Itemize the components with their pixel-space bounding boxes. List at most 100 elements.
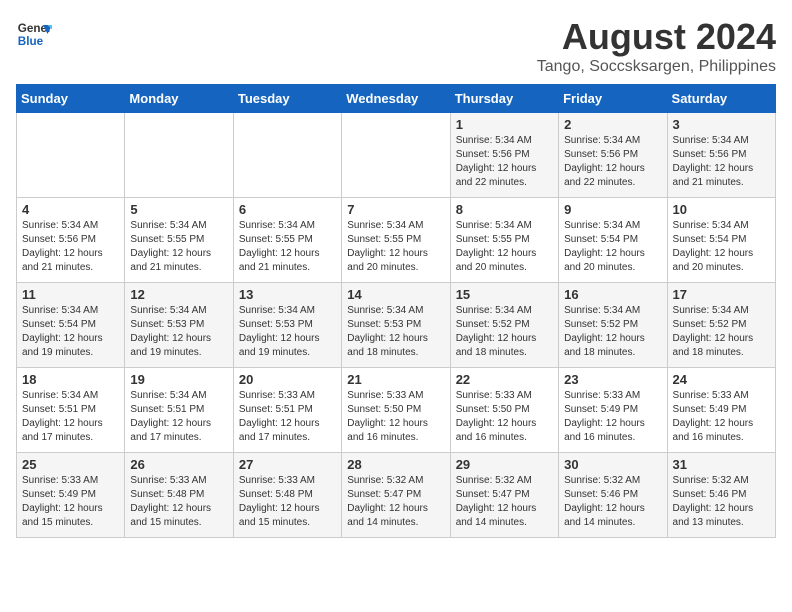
day-info: Sunrise: 5:32 AM Sunset: 5:46 PM Dayligh… — [564, 474, 661, 530]
day-info: Sunrise: 5:33 AM Sunset: 5:48 PM Dayligh… — [239, 474, 336, 530]
day-number: 4 — [22, 202, 119, 217]
day-number: 31 — [673, 457, 770, 472]
calendar-cell: 17 Sunrise: 5:34 AM Sunset: 5:52 PM Dayli… — [667, 283, 775, 368]
title-block: August 2024 Tango, Soccsksargen, Philipp… — [537, 16, 776, 76]
day-info: Sunrise: 5:33 AM Sunset: 5:49 PM Dayligh… — [673, 389, 770, 445]
day-number: 28 — [347, 457, 444, 472]
calendar-cell — [125, 113, 233, 198]
day-info: Sunrise: 5:34 AM Sunset: 5:56 PM Dayligh… — [564, 134, 661, 190]
day-info: Sunrise: 5:32 AM Sunset: 5:47 PM Dayligh… — [347, 474, 444, 530]
calendar-cell: 12Sunrise: 5:34 AM Sunset: 5:53 PM Dayli… — [125, 283, 233, 368]
calendar-cell — [17, 113, 125, 198]
day-number: 8 — [456, 202, 553, 217]
calendar-cell: 26 Sunrise: 5:33 AM Sunset: 5:48 PM Dayli… — [125, 453, 233, 538]
calendar-cell — [342, 113, 450, 198]
calendar-table: SundayMondayTuesdayWednesdayThursdayFrid… — [16, 84, 776, 538]
day-number: 15 — [456, 287, 553, 302]
calendar-cell: 24 Sunrise: 5:33 AM Sunset: 5:49 PM Dayli… — [667, 368, 775, 453]
day-number: 17 — [673, 287, 770, 302]
calendar-cell — [233, 113, 341, 198]
calendar-cell: 19 Sunrise: 5:34 AM Sunset: 5:51 PM Dayli… — [125, 368, 233, 453]
week-row-0: 1 Sunrise: 5:34 AM Sunset: 5:56 PM Daylig… — [17, 113, 776, 198]
weekday-header-thursday: Thursday — [450, 85, 558, 113]
day-number: 29 — [456, 457, 553, 472]
calendar-cell: 14 Sunrise: 5:34 AM Sunset: 5:53 PM Dayli… — [342, 283, 450, 368]
day-info: Sunrise: 5:34 AM Sunset: 5:52 PM Dayligh… — [673, 304, 770, 360]
day-number: 26 — [130, 457, 227, 472]
day-number: 20 — [239, 372, 336, 387]
calendar-cell: 21 Sunrise: 5:33 AM Sunset: 5:50 PM Dayli… — [342, 368, 450, 453]
calendar-cell: 27 Sunrise: 5:33 AM Sunset: 5:48 PM Dayli… — [233, 453, 341, 538]
day-info: Sunrise: 5:34 AM Sunset: 5:56 PM Dayligh… — [456, 134, 553, 190]
day-number: 25 — [22, 457, 119, 472]
weekday-row: SundayMondayTuesdayWednesdayThursdayFrid… — [17, 85, 776, 113]
calendar-cell: 25Sunrise: 5:33 AM Sunset: 5:49 PM Dayli… — [17, 453, 125, 538]
calendar-cell: 9 Sunrise: 5:34 AM Sunset: 5:54 PM Daylig… — [559, 198, 667, 283]
calendar-cell: 22Sunrise: 5:33 AM Sunset: 5:50 PM Dayli… — [450, 368, 558, 453]
calendar-cell: 6Sunrise: 5:34 AM Sunset: 5:55 PM Daylig… — [233, 198, 341, 283]
calendar-cell: 1 Sunrise: 5:34 AM Sunset: 5:56 PM Daylig… — [450, 113, 558, 198]
week-row-2: 11 Sunrise: 5:34 AM Sunset: 5:54 PM Dayli… — [17, 283, 776, 368]
day-info: Sunrise: 5:34 AM Sunset: 5:56 PM Dayligh… — [22, 219, 119, 275]
calendar-cell: 18Sunrise: 5:34 AM Sunset: 5:51 PM Dayli… — [17, 368, 125, 453]
day-info: Sunrise: 5:32 AM Sunset: 5:46 PM Dayligh… — [673, 474, 770, 530]
day-number: 18 — [22, 372, 119, 387]
day-number: 19 — [130, 372, 227, 387]
day-number: 1 — [456, 117, 553, 132]
day-number: 21 — [347, 372, 444, 387]
day-number: 11 — [22, 287, 119, 302]
weekday-header-saturday: Saturday — [667, 85, 775, 113]
day-number: 23 — [564, 372, 661, 387]
calendar-cell: 30 Sunrise: 5:32 AM Sunset: 5:46 PM Dayli… — [559, 453, 667, 538]
calendar-cell: 11 Sunrise: 5:34 AM Sunset: 5:54 PM Dayli… — [17, 283, 125, 368]
week-row-3: 18 Sunrise: 5:34 AM Sunset: 5:51 PM Dayli… — [17, 368, 776, 453]
day-info: Sunrise: 5:33 AM Sunset: 5:48 PM Dayligh… — [130, 474, 227, 530]
day-info: Sunrise: 5:34 AM Sunset: 5:51 PM Dayligh… — [130, 389, 227, 445]
calendar-cell: 5 Sunrise: 5:34 AM Sunset: 5:55 PM Daylig… — [125, 198, 233, 283]
day-info: Sunrise: 5:34 AM Sunset: 5:54 PM Dayligh… — [22, 304, 119, 360]
page-header: General Blue August 2024 Tango, Soccsksa… — [16, 16, 776, 76]
day-number: 5 — [130, 202, 227, 217]
day-info: Sunrise: 5:34 AM Sunset: 5:55 PM Dayligh… — [130, 219, 227, 275]
day-info: Sunrise: 5:34 AM Sunset: 5:53 PM Dayligh… — [239, 304, 336, 360]
day-info: Sunrise: 5:34 AM Sunset: 5:56 PM Dayligh… — [673, 134, 770, 190]
day-info: Sunrise: 5:34 AM Sunset: 5:54 PM Dayligh… — [564, 219, 661, 275]
day-info: Sunrise: 5:33 AM Sunset: 5:49 PM Dayligh… — [564, 389, 661, 445]
week-row-1: 4 Sunrise: 5:34 AM Sunset: 5:56 PM Daylig… — [17, 198, 776, 283]
day-number: 7 — [347, 202, 444, 217]
day-info: Sunrise: 5:34 AM Sunset: 5:54 PM Dayligh… — [673, 219, 770, 275]
calendar-cell: 8Sunrise: 5:34 AM Sunset: 5:55 PM Daylig… — [450, 198, 558, 283]
calendar-cell: 4 Sunrise: 5:34 AM Sunset: 5:56 PM Daylig… — [17, 198, 125, 283]
day-info: Sunrise: 5:34 AM Sunset: 5:55 PM Dayligh… — [347, 219, 444, 275]
calendar-body: 1 Sunrise: 5:34 AM Sunset: 5:56 PM Daylig… — [17, 113, 776, 538]
day-info: Sunrise: 5:34 AM Sunset: 5:52 PM Dayligh… — [564, 304, 661, 360]
day-number: 16 — [564, 287, 661, 302]
logo: General Blue — [16, 16, 52, 52]
day-info: Sunrise: 5:34 AM Sunset: 5:53 PM Dayligh… — [347, 304, 444, 360]
day-number: 9 — [564, 202, 661, 217]
calendar-cell: 20 Sunrise: 5:33 AM Sunset: 5:51 PM Dayli… — [233, 368, 341, 453]
day-info: Sunrise: 5:33 AM Sunset: 5:51 PM Dayligh… — [239, 389, 336, 445]
weekday-header-sunday: Sunday — [17, 85, 125, 113]
day-number: 13 — [239, 287, 336, 302]
day-number: 27 — [239, 457, 336, 472]
day-number: 14 — [347, 287, 444, 302]
weekday-header-wednesday: Wednesday — [342, 85, 450, 113]
day-number: 30 — [564, 457, 661, 472]
calendar-cell: 23 Sunrise: 5:33 AM Sunset: 5:49 PM Dayli… — [559, 368, 667, 453]
calendar-cell: 10Sunrise: 5:34 AM Sunset: 5:54 PM Dayli… — [667, 198, 775, 283]
calendar-cell: 3Sunrise: 5:34 AM Sunset: 5:56 PM Daylig… — [667, 113, 775, 198]
calendar-cell: 7 Sunrise: 5:34 AM Sunset: 5:55 PM Daylig… — [342, 198, 450, 283]
day-number: 24 — [673, 372, 770, 387]
week-row-4: 25Sunrise: 5:33 AM Sunset: 5:49 PM Dayli… — [17, 453, 776, 538]
logo-icon: General Blue — [16, 16, 52, 52]
day-number: 22 — [456, 372, 553, 387]
day-number: 2 — [564, 117, 661, 132]
calendar-cell: 16 Sunrise: 5:34 AM Sunset: 5:52 PM Dayli… — [559, 283, 667, 368]
day-info: Sunrise: 5:33 AM Sunset: 5:50 PM Dayligh… — [347, 389, 444, 445]
calendar-cell: 15 Sunrise: 5:34 AM Sunset: 5:52 PM Dayli… — [450, 283, 558, 368]
day-info: Sunrise: 5:32 AM Sunset: 5:47 PM Dayligh… — [456, 474, 553, 530]
day-info: Sunrise: 5:34 AM Sunset: 5:52 PM Dayligh… — [456, 304, 553, 360]
calendar-cell: 31 Sunrise: 5:32 AM Sunset: 5:46 PM Dayli… — [667, 453, 775, 538]
calendar-cell: 13 Sunrise: 5:34 AM Sunset: 5:53 PM Dayli… — [233, 283, 341, 368]
